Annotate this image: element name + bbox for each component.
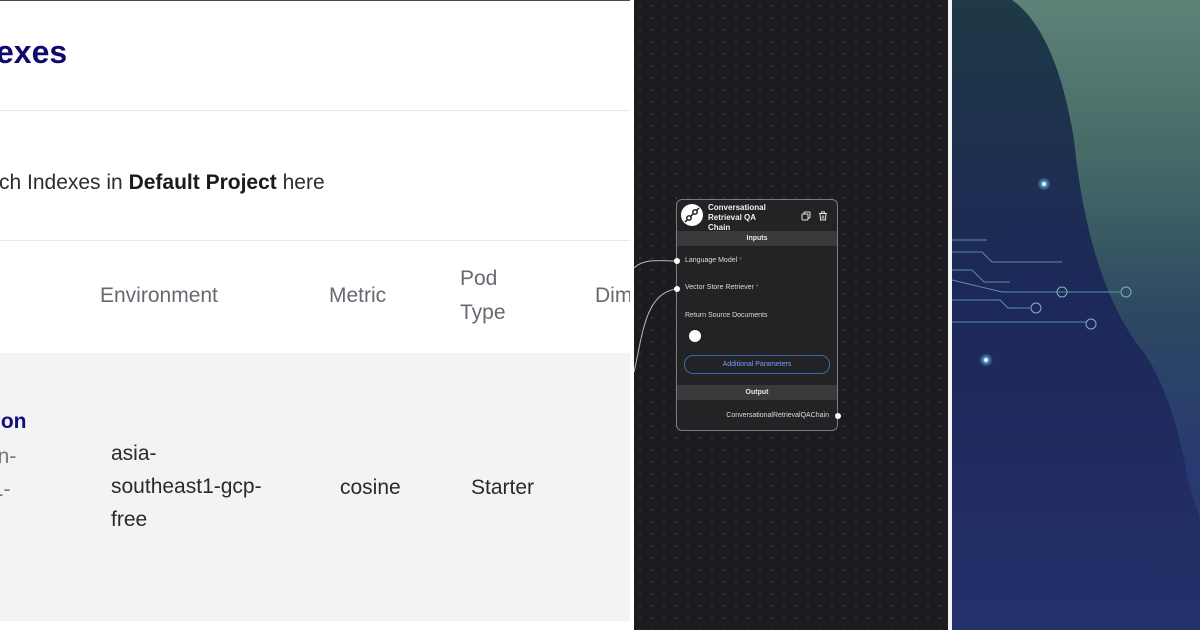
- table-row[interactable]: [0, 353, 630, 621]
- param-return-source-documents: Return Source Documents: [685, 312, 768, 319]
- environment-line-2: southeast1-gcp-: [111, 475, 262, 498]
- metric-cell: cosine: [340, 476, 401, 499]
- hooded-figure-illustration: [952, 0, 1200, 630]
- index-host-line-2: t1-: [0, 478, 11, 501]
- input-handle-vector-store-retriever[interactable]: [674, 286, 680, 292]
- column-header-metric[interactable]: Metric: [329, 279, 386, 313]
- index-host-line-1: on-: [0, 445, 17, 468]
- copy-icon[interactable]: [801, 208, 811, 221]
- node-header[interactable]: Conversational Retrieval QA Chain: [677, 200, 837, 233]
- required-marker: *: [739, 257, 742, 264]
- column-header-pod-type[interactable]: Pod Type: [460, 262, 506, 330]
- output-handle[interactable]: [835, 413, 841, 419]
- param-language-model: Language Model *: [685, 257, 742, 264]
- indexes-panel: exes rch Indexes in Default Project here…: [0, 0, 630, 630]
- header-divider: [0, 110, 630, 111]
- inputs-section-header: Inputs: [677, 231, 837, 246]
- input-handle-language-model[interactable]: [674, 258, 680, 264]
- output-name: ConversationalRetrievalQAChain: [726, 412, 829, 419]
- subtitle-prefix: rch Indexes in: [0, 171, 129, 194]
- additional-parameters-button[interactable]: Additional Parameters: [684, 355, 830, 374]
- flow-canvas[interactable]: Conversational Retrieval QA Chain Inputs…: [634, 0, 948, 630]
- node-title-line-2: Retrieval QA Chain: [708, 213, 756, 232]
- column-header-environment[interactable]: Environment: [100, 279, 218, 313]
- table-top-divider: [0, 240, 630, 241]
- index-name-link[interactable]: tion: [0, 410, 26, 434]
- hero-image: [952, 0, 1200, 630]
- chain-icon: [681, 204, 703, 226]
- conversational-retrieval-qa-chain-node[interactable]: Conversational Retrieval QA Chain Inputs…: [676, 199, 838, 431]
- node-title-line-1: Conversational: [708, 203, 766, 212]
- column-header-pod-line: Pod: [460, 267, 498, 290]
- param-label: Vector Store Retriever: [685, 284, 754, 291]
- required-marker: *: [755, 284, 759, 291]
- column-header-type-line: Type: [460, 301, 506, 324]
- param-vector-store-retriever: Vector Store Retriever *: [685, 284, 759, 291]
- column-header-dimensions[interactable]: Dim: [595, 279, 630, 313]
- node-title: Conversational Retrieval QA Chain: [708, 203, 778, 233]
- project-name: Default Project: [128, 171, 277, 194]
- trash-icon[interactable]: [818, 208, 828, 221]
- environment-line-1: asia-: [111, 442, 157, 465]
- pod-type-cell: Starter: [471, 476, 535, 499]
- subtitle-suffix: here: [276, 171, 325, 194]
- output-section-header: Output: [677, 385, 837, 400]
- top-divider: [0, 0, 630, 1]
- page-subtitle: rch Indexes in Default Project here: [0, 171, 325, 195]
- page-title: exes: [0, 34, 68, 70]
- environment-line-3: free: [111, 508, 148, 531]
- environment-cell: asia- southeast1-gcp- free: [111, 437, 262, 536]
- param-label: Language Model: [685, 257, 738, 264]
- return-source-documents-toggle[interactable]: [689, 330, 701, 342]
